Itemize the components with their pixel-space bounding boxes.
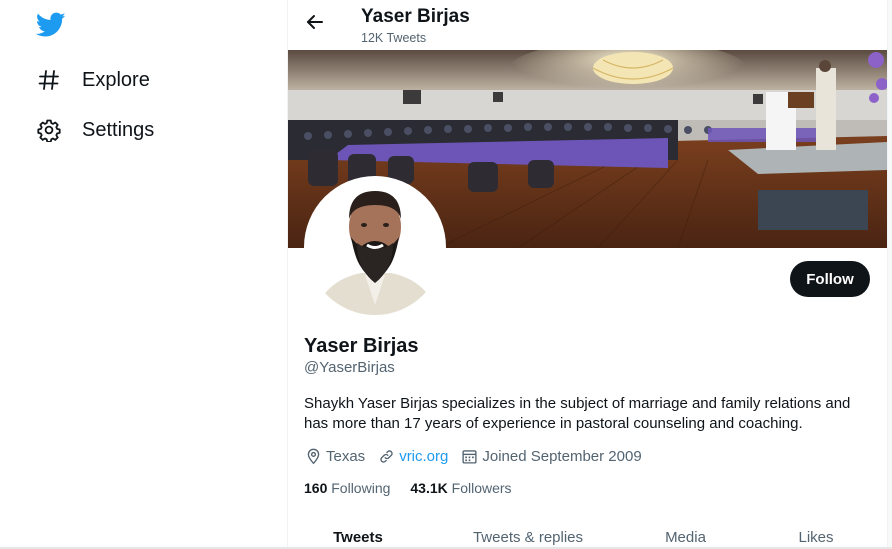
- profile-name: Yaser Birjas: [304, 335, 419, 357]
- sidebar-item-label: Settings: [82, 118, 155, 141]
- profile-tabs: Tweets Tweets & replies Media Likes: [288, 520, 887, 549]
- link-icon: [377, 447, 395, 465]
- gear-icon: [36, 117, 62, 143]
- follow-button[interactable]: Follow: [790, 261, 870, 297]
- calendar-icon: [460, 447, 478, 465]
- sidebar-item-explore[interactable]: Explore: [26, 58, 160, 102]
- arrow-left-icon: [305, 12, 325, 37]
- followers-label: Followers: [451, 480, 512, 496]
- following-link[interactable]: 160 Following: [304, 480, 390, 496]
- profile-avatar[interactable]: [304, 176, 446, 318]
- sidebar-item-label: Explore: [82, 68, 150, 91]
- profile-meta: Texas vric.org Joined September 2009: [304, 445, 654, 467]
- following-count: 160: [304, 480, 328, 496]
- profile-handle: @YaserBirjas: [304, 359, 395, 376]
- joined-text: Joined September 2009: [482, 447, 642, 465]
- following-label: Following: [331, 480, 391, 496]
- location-text: Texas: [326, 447, 366, 465]
- location-item: Texas: [304, 447, 365, 465]
- profile-column: Yaser Birjas 12K Tweets Follow Yaser Bir…: [287, 0, 888, 549]
- followers-count: 43.1K: [410, 480, 448, 496]
- profile-header: Yaser Birjas 12K Tweets: [288, 0, 887, 50]
- tab-media[interactable]: Media: [628, 520, 743, 549]
- twitter-bird-icon[interactable]: [35, 12, 66, 38]
- tweet-count: 12K Tweets: [361, 31, 427, 45]
- profile-bio: Shaykh Yaser Birjas specializes in the s…: [304, 395, 851, 432]
- tab-likes[interactable]: Likes: [743, 520, 887, 549]
- tab-tweets-replies[interactable]: Tweets & replies: [428, 520, 628, 549]
- follow-stats: 160 Following 43.1K Followers: [304, 478, 532, 498]
- website-link[interactable]: vric.org: [399, 448, 448, 465]
- location-pin-icon: [304, 447, 322, 465]
- tab-tweets[interactable]: Tweets: [288, 520, 428, 549]
- followers-link[interactable]: 43.1K Followers: [410, 480, 511, 496]
- page-title: Yaser Birjas: [361, 6, 470, 27]
- website-item: vric.org: [377, 447, 448, 465]
- left-sidebar: Explore Settings: [0, 0, 288, 549]
- hashtag-icon: [36, 67, 62, 93]
- joined-item: Joined September 2009: [460, 447, 642, 465]
- sidebar-item-settings[interactable]: Settings: [26, 108, 164, 152]
- scrollbar[interactable]: [888, 0, 892, 549]
- back-button[interactable]: [302, 11, 328, 37]
